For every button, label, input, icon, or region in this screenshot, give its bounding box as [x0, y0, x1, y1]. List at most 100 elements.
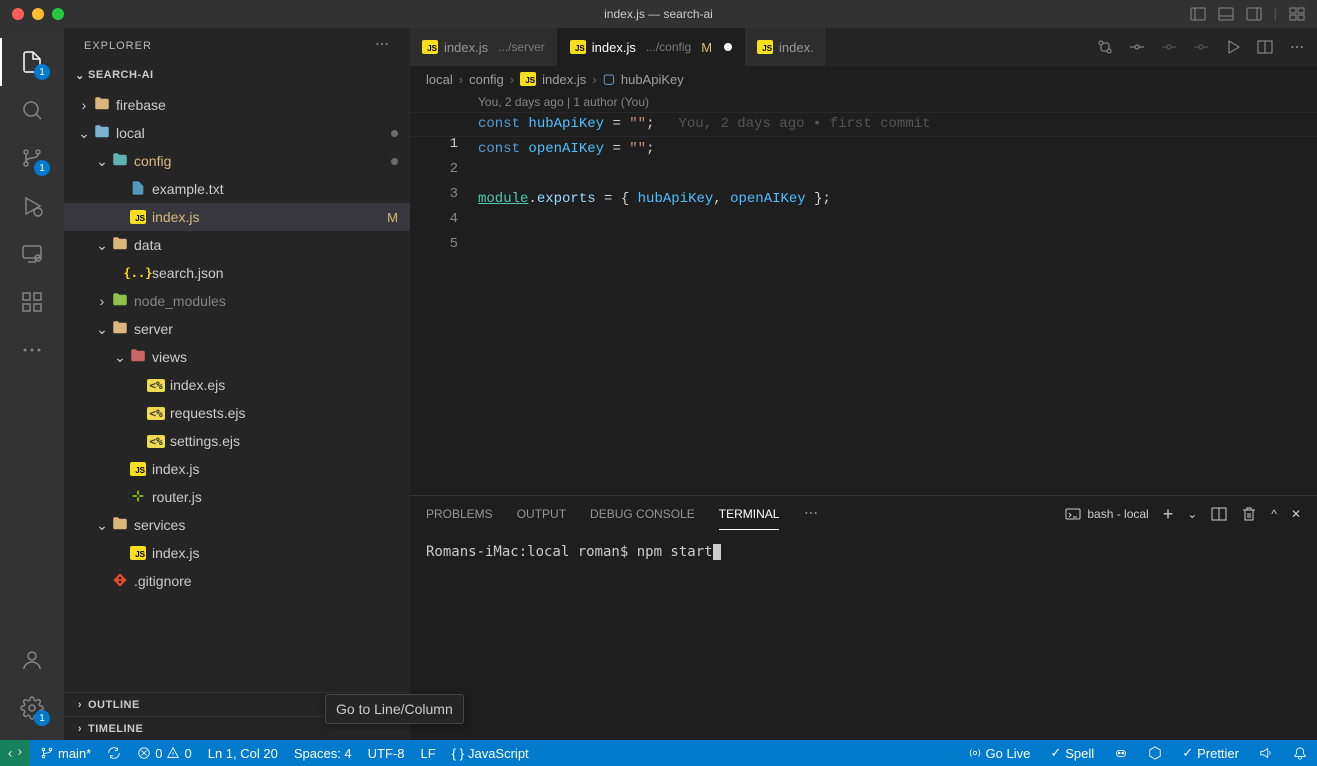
tree-item[interactable]: ⌄data [64, 231, 410, 259]
terminal-tab[interactable]: TERMINAL [719, 499, 780, 530]
maximize-panel-icon[interactable]: ^ [1271, 507, 1277, 521]
minimize-window-button[interactable] [32, 8, 44, 20]
terminal-shell-selector[interactable]: bash - local [1065, 506, 1148, 522]
breadcrumb-segment[interactable]: index.js [542, 72, 586, 87]
folder-icon [111, 291, 129, 312]
tree-item[interactable]: ›node_modules [64, 287, 410, 315]
kill-terminal-icon[interactable] [1241, 506, 1257, 522]
settings-activity[interactable]: 1 [8, 684, 56, 732]
tree-item[interactable]: JSindex.js [64, 539, 410, 567]
maximize-window-button[interactable] [52, 8, 64, 20]
problems-tab[interactable]: PROBLEMS [426, 499, 493, 529]
git-next-icon[interactable] [1193, 39, 1209, 55]
sync-status[interactable] [107, 746, 121, 760]
more-actions-icon[interactable] [1289, 39, 1305, 55]
tree-item[interactable]: <%settings.ejs [64, 427, 410, 455]
language-mode[interactable]: { } JavaScript [452, 746, 529, 761]
editor-tab[interactable]: JSindex.js.../server [410, 28, 558, 66]
tree-item[interactable]: ›firebase [64, 91, 410, 119]
eol-status[interactable]: LF [421, 746, 436, 761]
explorer-more-button[interactable] [374, 36, 390, 55]
tree-item[interactable]: {..}search.json [64, 259, 410, 287]
sidebar: EXPLORER ⌄ SEARCH-AI ›firebase⌄local⌄con… [64, 28, 410, 740]
close-panel-icon[interactable]: ✕ [1291, 507, 1301, 521]
problems-status[interactable]: 0 0 [137, 746, 191, 761]
go-live-button[interactable]: Go Live [968, 745, 1031, 761]
check-icon: ✓ [1182, 745, 1193, 761]
editor-tab[interactable]: JSindex. [745, 28, 827, 66]
panel-more-icon[interactable] [803, 505, 819, 524]
toggle-secondary-sidebar-icon[interactable] [1246, 6, 1262, 22]
more-activity[interactable] [8, 326, 56, 374]
prettier-status[interactable]: ✓ Prettier [1182, 745, 1239, 761]
breadcrumb-segment[interactable]: hubApiKey [621, 72, 684, 87]
code-line[interactable] [478, 162, 931, 187]
git-prev-icon[interactable] [1129, 39, 1145, 55]
tree-item[interactable]: <%index.ejs [64, 371, 410, 399]
terminal-dropdown-button[interactable]: ⌄ [1187, 507, 1197, 521]
git-branch-status[interactable]: main* [40, 746, 91, 761]
output-tab[interactable]: OUTPUT [517, 499, 566, 529]
copilot-status[interactable] [1114, 745, 1128, 761]
folder-icon [111, 151, 129, 172]
run-debug-activity[interactable] [8, 182, 56, 230]
terminal-cursor [713, 544, 721, 560]
status-bar: main* 0 0 Ln 1, Col 20 Spaces: 4 UTF-8 L… [0, 740, 1317, 766]
indentation-status[interactable]: Spaces: 4 [294, 746, 352, 761]
code-line[interactable] [478, 212, 931, 237]
explorer-badge: 1 [34, 64, 50, 80]
editor-tab[interactable]: JSindex.js.../configM [558, 28, 745, 66]
tree-item[interactable]: JSindex.jsM [64, 203, 410, 231]
tree-item[interactable]: example.txt [64, 175, 410, 203]
feedback-button[interactable] [1259, 745, 1273, 761]
extensions-activity[interactable] [8, 278, 56, 326]
explorer-activity[interactable]: 1 [8, 38, 56, 86]
project-section-header[interactable]: ⌄ SEARCH-AI [64, 63, 410, 87]
code-line[interactable]: const hubApiKey = "";You, 2 days ago • f… [478, 112, 931, 137]
remote-explorer-activity[interactable] [8, 230, 56, 278]
editor-body[interactable]: 1 2 3 4 5 You, 2 days ago | 1 author (Yo… [410, 92, 1317, 495]
customize-layout-icon[interactable] [1289, 6, 1305, 22]
tree-item[interactable]: JSindex.js [64, 455, 410, 483]
close-window-button[interactable] [12, 8, 24, 20]
eslint-status[interactable] [1148, 745, 1162, 761]
window-controls [0, 8, 64, 20]
code-line[interactable]: module.exports = { hubApiKey, openAIKey … [478, 187, 931, 212]
tab-filename: index.js [444, 40, 488, 55]
terminal-body[interactable]: Romans-iMac:local roman$ npm start [410, 532, 1317, 740]
remote-indicator[interactable] [0, 740, 30, 766]
tree-item-label: search.json [152, 265, 224, 281]
toggle-primary-sidebar-icon[interactable] [1190, 6, 1206, 22]
tree-item[interactable]: ⌄server [64, 315, 410, 343]
tree-item[interactable]: ⌄local [64, 119, 410, 147]
tree-item[interactable]: router.js [64, 483, 410, 511]
compare-changes-icon[interactable] [1097, 39, 1113, 55]
tree-item[interactable]: .gitignore [64, 567, 410, 595]
spell-check-status[interactable]: ✓ Spell [1050, 745, 1094, 761]
source-control-activity[interactable]: 1 [8, 134, 56, 182]
debug-console-tab[interactable]: DEBUG CONSOLE [590, 499, 695, 529]
split-editor-icon[interactable] [1257, 39, 1273, 55]
search-activity[interactable] [8, 86, 56, 134]
run-icon[interactable] [1225, 39, 1241, 55]
braces-icon: { } [452, 746, 464, 761]
accounts-activity[interactable] [8, 636, 56, 684]
code-content[interactable]: You, 2 days ago | 1 author (You) const h… [470, 92, 931, 495]
code-line[interactable]: const openAIKey = ""; [478, 137, 931, 162]
breadcrumb-segment[interactable]: local [426, 72, 453, 87]
tree-item[interactable]: <%requests.ejs [64, 399, 410, 427]
tree-item[interactable]: ⌄services [64, 511, 410, 539]
codelens[interactable]: You, 2 days ago | 1 author (You) [478, 92, 931, 112]
split-terminal-icon[interactable] [1211, 506, 1227, 522]
breadcrumb[interactable]: local › config › JS index.js › ▢ hubApiK… [410, 66, 1317, 92]
encoding-status[interactable]: UTF-8 [368, 746, 405, 761]
git-commit-icon[interactable] [1161, 39, 1177, 55]
toggle-panel-icon[interactable] [1218, 6, 1234, 22]
js-icon: JS [520, 72, 536, 86]
tree-item[interactable]: ⌄config [64, 147, 410, 175]
tree-item[interactable]: ⌄views [64, 343, 410, 371]
breadcrumb-segment[interactable]: config [469, 72, 504, 87]
notifications-button[interactable] [1293, 745, 1307, 761]
new-terminal-button[interactable]: + [1163, 504, 1174, 525]
cursor-position[interactable]: Ln 1, Col 20 [208, 746, 278, 761]
